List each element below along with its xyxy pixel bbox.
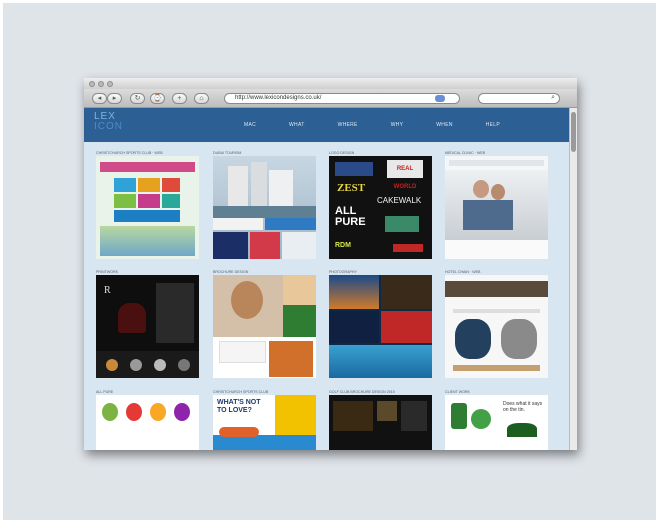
tile-thumbnail bbox=[329, 275, 432, 378]
reload-button[interactable]: ↻ bbox=[130, 93, 145, 104]
portfolio-tile[interactable]: PRINTWORK R bbox=[96, 269, 199, 378]
url-text: http://www.lexicondesigns.co.uk/ bbox=[235, 95, 322, 101]
site-nav: MAC WHAT WHERE WHY WHEN HELP bbox=[244, 122, 533, 128]
tile-thumbnail bbox=[213, 275, 316, 378]
portfolio-tile[interactable]: CHRISTCHURCH SPORTS CLUB WHAT'S NOT TO L… bbox=[213, 389, 316, 450]
tile-thumbnail: WHAT'S NOT TO LOVE? bbox=[213, 395, 316, 450]
site-header: LEX ICON MAC WHAT WHERE WHY WHEN HELP bbox=[84, 108, 569, 142]
nav-item-what[interactable]: WHAT bbox=[289, 122, 305, 128]
rss-icon[interactable] bbox=[435, 95, 445, 102]
zoom-window-button[interactable] bbox=[107, 81, 113, 87]
tile-thumbnail: REAL WORLD ZEST CAKEWALK ALL PURE RDM bbox=[329, 156, 432, 259]
web-page: LEX ICON MAC WHAT WHERE WHY WHEN HELP CH… bbox=[84, 108, 569, 450]
portfolio-tile[interactable]: HOTEL CHAIN · WEB bbox=[445, 269, 548, 378]
forward-button[interactable]: ▸ bbox=[107, 93, 122, 104]
portfolio-tile[interactable]: DUBAI TOURISM bbox=[213, 150, 316, 259]
scrollbar-thumb[interactable] bbox=[571, 112, 576, 152]
tile-thumbnail bbox=[96, 156, 199, 259]
address-bar[interactable]: http://www.lexicondesigns.co.uk/ bbox=[224, 93, 460, 104]
tile-thumbnail bbox=[329, 395, 432, 450]
home-button[interactable]: ⌂ bbox=[194, 93, 209, 104]
portfolio-tile[interactable]: PHOTOGRAPHY bbox=[329, 269, 432, 378]
tile-thumbnail bbox=[445, 275, 548, 378]
portfolio-tile[interactable]: ALL PURE bbox=[96, 389, 199, 450]
search-icon: ⌕ bbox=[551, 94, 555, 101]
tile-thumbnail bbox=[213, 156, 316, 259]
nav-item-where[interactable]: WHERE bbox=[338, 122, 358, 128]
portfolio-tile[interactable]: BROCHURE DESIGN bbox=[213, 269, 316, 378]
portfolio-tile[interactable]: MEDICAL CLINIC · WEB bbox=[445, 150, 548, 259]
back-button[interactable]: ◂ bbox=[92, 93, 107, 104]
history-button[interactable]: ⌚ bbox=[150, 93, 165, 104]
portfolio-tile[interactable]: LOGO DESIGN REAL WORLD ZEST CAKEWALK ALL… bbox=[329, 150, 432, 259]
portfolio-tile[interactable]: GOLF CLUB BROCHURE DESIGN 2010 bbox=[329, 389, 432, 450]
nav-item-when[interactable]: WHEN bbox=[436, 122, 452, 128]
close-window-button[interactable] bbox=[89, 81, 95, 87]
tile-thumbnail: Does what it says on the tin. bbox=[445, 395, 548, 450]
logo-zest: ZEST bbox=[337, 182, 366, 194]
browser-window: ◂ ▸ ↻ ⌚ + ⌂ http://www.lexicondesigns.co… bbox=[84, 78, 577, 450]
tile-thumbnail bbox=[445, 156, 548, 259]
tagline-text: Does what it says on the tin. bbox=[503, 401, 543, 413]
title-bar[interactable] bbox=[84, 78, 577, 89]
add-bookmark-button[interactable]: + bbox=[172, 93, 187, 104]
portfolio-tile[interactable]: CLIENT WORK Does what it says on the tin… bbox=[445, 389, 548, 450]
tile-thumbnail: R bbox=[96, 275, 199, 378]
minimize-window-button[interactable] bbox=[98, 81, 104, 87]
nav-item-mac[interactable]: MAC bbox=[244, 122, 256, 128]
browser-toolbar: ◂ ▸ ↻ ⌚ + ⌂ http://www.lexicondesigns.co… bbox=[84, 89, 577, 108]
vertical-scrollbar[interactable] bbox=[569, 108, 577, 450]
tile-thumbnail bbox=[96, 395, 199, 450]
logo-all-pure: ALL PURE bbox=[335, 205, 366, 228]
search-input[interactable]: ⌕ bbox=[478, 93, 560, 104]
logo-cakewalk: CAKEWALK bbox=[377, 196, 422, 205]
logo-rdm: RDM bbox=[335, 242, 351, 249]
site-logo[interactable]: LEX ICON bbox=[94, 112, 123, 132]
nav-item-help[interactable]: HELP bbox=[486, 122, 500, 128]
portfolio-tile[interactable]: CHRISTCHURCH SPORTS CLUB · WEB bbox=[96, 150, 199, 259]
logo-real-world: REAL WORLD bbox=[387, 160, 423, 190]
logo-line-2: ICON bbox=[94, 121, 123, 132]
nav-item-why[interactable]: WHY bbox=[391, 122, 404, 128]
